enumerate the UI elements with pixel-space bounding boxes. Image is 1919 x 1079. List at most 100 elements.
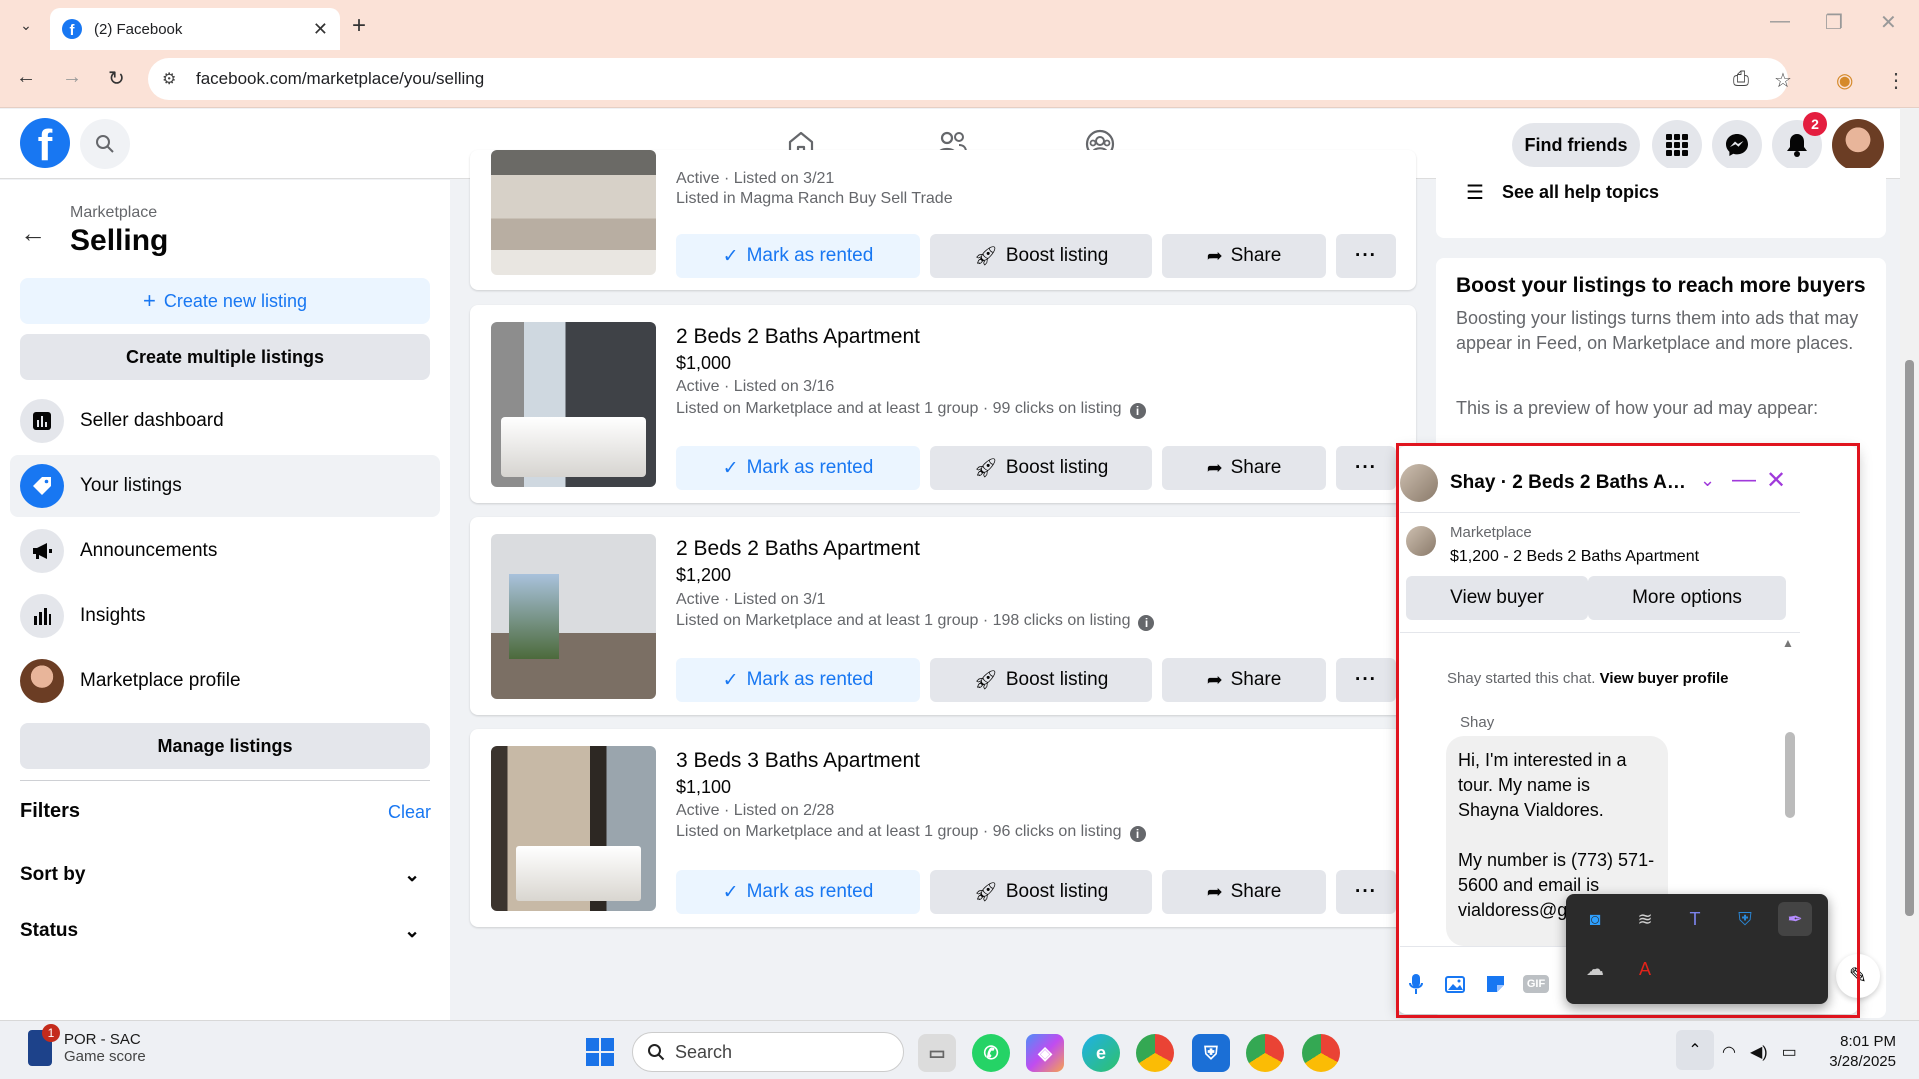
see-all-help-topics-link[interactable]: ☰ See all help topics — [1466, 180, 1659, 205]
minimize-chat-icon[interactable]: — — [1732, 466, 1756, 494]
listing-photo[interactable] — [491, 150, 656, 275]
site-info-icon[interactable]: ⚙ — [162, 69, 186, 89]
outlook-tray-icon[interactable]: ◙ — [1578, 902, 1612, 936]
minimize-window-icon[interactable]: — — [1770, 10, 1790, 33]
listing-photo[interactable] — [491, 746, 656, 911]
boost-listing-button[interactable]: 🚀︎ Boost listing — [930, 658, 1152, 702]
browser-tab[interactable]: f (2) Facebook ✕ — [50, 8, 340, 50]
listing-photo[interactable] — [491, 322, 656, 487]
defender-warning-tray-icon[interactable]: ⛨ — [1728, 902, 1762, 936]
whatsapp-icon[interactable]: ✆ — [972, 1034, 1010, 1072]
share-button[interactable]: ➦ Share — [1162, 234, 1326, 278]
chrome-profile-2-icon[interactable] — [1302, 1034, 1340, 1072]
more-options-button[interactable]: ··· — [1336, 234, 1396, 278]
onedrive-offline-tray-icon[interactable]: ☁ — [1578, 952, 1612, 986]
feather-tray-icon[interactable]: ✒ — [1778, 902, 1812, 936]
volume-icon[interactable]: ◀) — [1750, 1042, 1768, 1062]
breadcrumb[interactable]: Marketplace — [70, 204, 157, 222]
profile-icon[interactable]: ◉ — [1836, 68, 1853, 93]
sidebar-item-marketplace-profile[interactable]: Marketplace profile — [10, 650, 440, 712]
boost-listing-button[interactable]: 🚀︎ Boost listing — [930, 234, 1152, 278]
listing-title[interactable]: 2 Beds 2 Baths Apartment — [676, 537, 920, 561]
mark-as-rented-button[interactable]: ✓ Mark as rented — [676, 446, 920, 490]
photo-icon[interactable] — [1444, 972, 1468, 996]
chat-scrollbar-thumb[interactable] — [1785, 732, 1795, 818]
teams-tray-icon[interactable]: T — [1678, 902, 1712, 936]
share-button[interactable]: ➦ Share — [1162, 658, 1326, 702]
sort-by-dropdown[interactable]: Sort by ⌄ — [20, 864, 430, 887]
clear-filters-link[interactable]: Clear — [388, 802, 431, 823]
listing-photo[interactable] — [491, 534, 656, 699]
more-options-button[interactable]: ··· — [1336, 446, 1396, 490]
page-scrollbar-thumb[interactable] — [1905, 360, 1914, 916]
sidebar-item-seller-dashboard[interactable]: Seller dashboard — [10, 390, 440, 452]
edge-icon[interactable]: e — [1082, 1034, 1120, 1072]
taskbar-search[interactable]: Search — [632, 1032, 904, 1072]
microphone-icon[interactable] — [1404, 972, 1428, 996]
close-chat-icon[interactable]: ✕ — [1766, 466, 1786, 495]
tab-search-chevron-icon[interactable]: ⌄ — [10, 12, 42, 38]
share-button[interactable]: ➦ Share — [1162, 870, 1326, 914]
marketplace-listing-title[interactable]: $1,200 - 2 Beds 2 Baths Apartment — [1450, 548, 1699, 566]
system-icons[interactable]: ◠ ◀) ▭ — [1722, 1042, 1797, 1062]
show-hidden-icons-chevron-icon[interactable]: ⌃ — [1676, 1030, 1714, 1070]
battery-icon[interactable]: ▭ — [1782, 1042, 1797, 1062]
more-options-button[interactable]: ··· — [1336, 870, 1396, 914]
scroll-up-arrow-icon[interactable]: ▲ — [1782, 636, 1794, 650]
menu-grid-button[interactable] — [1652, 120, 1702, 170]
task-view-icon[interactable]: ▭ — [918, 1034, 956, 1072]
mark-as-rented-button[interactable]: ✓ Mark as rented — [676, 870, 920, 914]
more-options-button[interactable]: More options — [1588, 576, 1786, 620]
manage-listings-button[interactable]: Manage listings — [20, 723, 430, 769]
new-tab-button[interactable]: + — [352, 12, 366, 40]
forward-arrow-icon[interactable]: → — [62, 66, 82, 89]
adobe-tray-icon[interactable]: A — [1628, 952, 1662, 986]
info-icon[interactable]: i — [1138, 615, 1155, 631]
info-icon[interactable]: i — [1129, 403, 1146, 419]
close-window-icon[interactable]: ✕ — [1880, 10, 1897, 35]
new-message-button[interactable]: ✎ — [1836, 954, 1880, 998]
listing-title[interactable]: 2 Beds 2 Baths Apartment — [676, 325, 920, 349]
sidebar-item-insights[interactable]: Insights — [10, 585, 440, 647]
shield-app-icon[interactable]: ⛨ — [1192, 1034, 1230, 1072]
reload-icon[interactable]: ↻ — [108, 66, 125, 91]
create-multiple-listings-button[interactable]: Create multiple listings — [20, 334, 430, 380]
view-buyer-profile-link[interactable]: View buyer profile — [1600, 670, 1729, 687]
bookmark-star-icon[interactable]: ☆ — [1774, 68, 1792, 93]
windows-start-icon[interactable] — [586, 1038, 614, 1066]
mark-as-rented-button[interactable]: ✓ Mark as rented — [676, 658, 920, 702]
wifi-icon[interactable]: ◠ — [1722, 1042, 1736, 1062]
chrome-icon[interactable] — [1136, 1034, 1174, 1072]
sticker-icon[interactable] — [1484, 972, 1508, 996]
close-tab-icon[interactable]: ✕ — [313, 19, 328, 40]
share-button[interactable]: ➦ Share — [1162, 446, 1326, 490]
messenger-button[interactable] — [1712, 120, 1762, 170]
account-avatar[interactable] — [1832, 119, 1884, 171]
mark-as-rented-button[interactable]: ✓ Mark as rented — [676, 234, 920, 278]
info-icon[interactable]: i — [1129, 826, 1146, 842]
restore-window-icon[interactable]: ❐ — [1825, 10, 1843, 35]
chrome-profile-icon[interactable] — [1246, 1034, 1284, 1072]
clock[interactable]: 8:01 PM 3/28/2025 — [1820, 1032, 1896, 1072]
listing-title[interactable]: 3 Beds 3 Baths Apartment — [676, 749, 920, 773]
find-friends-button[interactable]: Find friends — [1512, 123, 1640, 167]
browser-menu-icon[interactable]: ⋮ — [1886, 68, 1906, 93]
create-new-listing-button[interactable]: + Create new listing — [20, 278, 430, 324]
back-arrow-icon[interactable]: ← — [16, 66, 36, 89]
more-options-button[interactable]: ··· — [1336, 658, 1396, 702]
sidebar-item-your-listings[interactable]: Your listings — [10, 455, 440, 517]
boost-listing-button[interactable]: 🚀︎ Boost listing — [930, 870, 1152, 914]
facebook-logo-icon[interactable]: f — [20, 118, 70, 168]
copilot-icon[interactable]: ◈ — [1026, 1034, 1064, 1072]
boost-listing-button[interactable]: 🚀︎ Boost listing — [930, 446, 1152, 490]
chevron-down-icon[interactable]: ⌄ — [1700, 470, 1715, 491]
address-bar[interactable]: ⚙ facebook.com/marketplace/you/selling — [148, 58, 1788, 100]
install-app-icon[interactable]: ⎙ — [1733, 68, 1749, 91]
sidebar-item-announcements[interactable]: Announcements — [10, 520, 440, 582]
status-dropdown[interactable]: Status ⌄ — [20, 920, 430, 943]
game-score-widget[interactable]: 1 POR - SAC Game score — [28, 1024, 146, 1066]
url-text[interactable]: facebook.com/marketplace/you/selling — [196, 69, 484, 89]
cast-tray-icon[interactable]: ≋ — [1628, 902, 1662, 936]
back-arrow-icon[interactable]: ← — [20, 218, 46, 249]
view-buyer-button[interactable]: View buyer — [1406, 576, 1588, 620]
